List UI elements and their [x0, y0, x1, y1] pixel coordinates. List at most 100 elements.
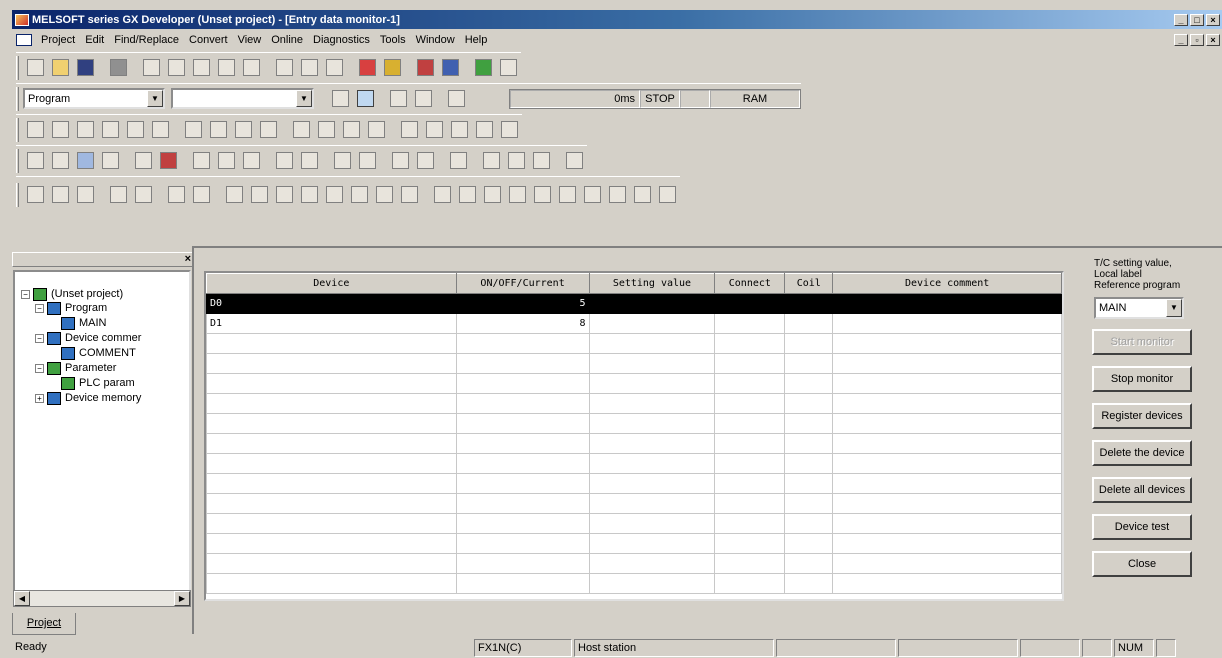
sfc-check-button[interactable] [630, 183, 654, 207]
transfer-button[interactable] [529, 149, 553, 173]
tree-item-parameter[interactable]: − Parameter [35, 360, 116, 376]
table-row[interactable] [206, 353, 1062, 374]
coil-cell[interactable] [784, 313, 834, 334]
undo-button[interactable] [214, 56, 238, 80]
sfc-list-button[interactable] [480, 183, 504, 207]
data-name-select[interactable]: ▼ [171, 88, 314, 109]
sfc-comment-button[interactable] [397, 183, 421, 207]
sfc-block-button[interactable] [580, 183, 604, 207]
comment-cell[interactable] [832, 313, 1062, 334]
sfc-auto-button[interactable] [555, 183, 579, 207]
parallel-rising-button[interactable] [339, 118, 363, 142]
sfc-parallel-button[interactable] [189, 183, 213, 207]
close-monitor-button[interactable]: Close [1092, 551, 1192, 577]
comment-cell[interactable] [832, 293, 1062, 314]
alias-button[interactable] [444, 87, 468, 111]
delete-hline-button[interactable] [231, 118, 255, 142]
print-button[interactable] [106, 56, 130, 80]
paste-button[interactable] [189, 56, 213, 80]
stop-monitor-button[interactable]: Stop monitor [1092, 366, 1192, 392]
collapse-icon[interactable]: − [21, 289, 30, 299]
invert-button[interactable] [397, 118, 421, 142]
batch-monitor-button[interactable] [496, 56, 520, 80]
find-step-button[interactable] [322, 56, 346, 80]
open-button[interactable] [48, 56, 72, 80]
tree-item-main[interactable]: MAIN [61, 315, 107, 331]
menu-tools[interactable]: Tools [375, 31, 411, 49]
column-header-device[interactable]: Device [206, 273, 457, 294]
document-icon[interactable] [16, 34, 32, 46]
table-row[interactable] [206, 393, 1062, 414]
sfc-hline-button[interactable] [347, 183, 371, 207]
sfc-zoom-button[interactable] [430, 183, 454, 207]
menu-edit[interactable]: Edit [80, 31, 109, 49]
find-instruction-button[interactable] [297, 56, 321, 80]
copy-button[interactable] [164, 56, 188, 80]
write-plc-button[interactable] [355, 56, 379, 80]
device-test-button[interactable]: Device test [1092, 514, 1192, 540]
parallel-nc-contact-button[interactable] [98, 118, 122, 142]
sfc-info-button[interactable] [605, 183, 629, 207]
falling-pulse-button[interactable] [314, 118, 338, 142]
cut-button[interactable] [139, 56, 163, 80]
online-change-button[interactable] [504, 149, 528, 173]
child-restore-button[interactable]: ▫ [1190, 34, 1204, 46]
menu-window[interactable]: Window [411, 31, 460, 49]
display-button[interactable] [562, 149, 586, 173]
table-row[interactable] [206, 413, 1062, 434]
parallel-no-contact-button[interactable] [48, 118, 72, 142]
coil-cell[interactable] [784, 293, 834, 314]
device-cell[interactable]: D0 [206, 293, 457, 314]
chevron-down-icon[interactable]: ▼ [296, 90, 312, 107]
device-table[interactable]: Device ON/OFF/Current Setting value Conn… [204, 271, 1064, 601]
value-cell[interactable]: 5 [455, 293, 590, 314]
table-row[interactable] [206, 493, 1062, 514]
find-device-button[interactable] [272, 56, 296, 80]
tab-project[interactable]: Project [12, 613, 76, 635]
draw-line-button[interactable] [472, 118, 496, 142]
menu-view[interactable]: View [233, 31, 267, 49]
table-row[interactable] [206, 553, 1062, 574]
setting-cell[interactable] [588, 293, 716, 314]
read-plc-button[interactable] [380, 56, 404, 80]
column-header-onoff[interactable]: ON/OFF/Current [455, 273, 590, 294]
table-row[interactable] [206, 573, 1062, 594]
table-row[interactable] [206, 333, 1062, 354]
tree-item-device-memory[interactable]: + Device memory [35, 390, 141, 406]
chevron-down-icon[interactable]: ▼ [1166, 299, 1182, 317]
statement-button[interactable] [411, 87, 435, 111]
no-contact-button[interactable] [23, 118, 47, 142]
sfc-sel-merge-button[interactable] [247, 183, 271, 207]
application-button[interactable] [148, 118, 172, 142]
sfc-step-button[interactable] [23, 183, 47, 207]
table-row[interactable] [206, 473, 1062, 494]
sfc-monitor-button[interactable] [505, 183, 529, 207]
check-button[interactable] [413, 149, 437, 173]
delete-vline-button[interactable] [256, 118, 280, 142]
hline-button[interactable] [181, 118, 205, 142]
write-mode-button[interactable] [189, 149, 213, 173]
sfc-merge-button[interactable] [164, 183, 188, 207]
vline-button[interactable] [206, 118, 230, 142]
project-tree[interactable]: − (Unset project) − Program MAIN − Devic… [13, 270, 191, 605]
reference-program-select[interactable]: MAIN ▼ [1094, 297, 1184, 319]
collapse-icon[interactable]: − [35, 303, 44, 313]
column-header-comment[interactable]: Device comment [832, 273, 1062, 294]
menu-find-replace[interactable]: Find/Replace [109, 31, 184, 49]
expand-icon[interactable]: + [35, 393, 44, 403]
rising-pulse-button[interactable] [289, 118, 313, 142]
tree-horizontal-scrollbar[interactable]: ◀ ▶ [13, 590, 191, 607]
coil-button[interactable] [123, 118, 147, 142]
maximize-button[interactable]: □ [1190, 13, 1204, 26]
redo-button[interactable] [239, 56, 263, 80]
sfc-par-merge-button[interactable] [297, 183, 321, 207]
read-mode-button[interactable] [214, 149, 238, 173]
setting-cell[interactable] [588, 313, 716, 334]
tree-item-plc-param[interactable]: PLC param [61, 375, 135, 391]
child-minimize-button[interactable]: _ [1174, 34, 1188, 46]
sfc-branch-button[interactable] [131, 183, 155, 207]
operation-falling-button[interactable] [447, 118, 471, 142]
menu-help[interactable]: Help [460, 31, 493, 49]
monitor-stop-button[interactable] [438, 56, 462, 80]
save-button[interactable] [73, 56, 97, 80]
